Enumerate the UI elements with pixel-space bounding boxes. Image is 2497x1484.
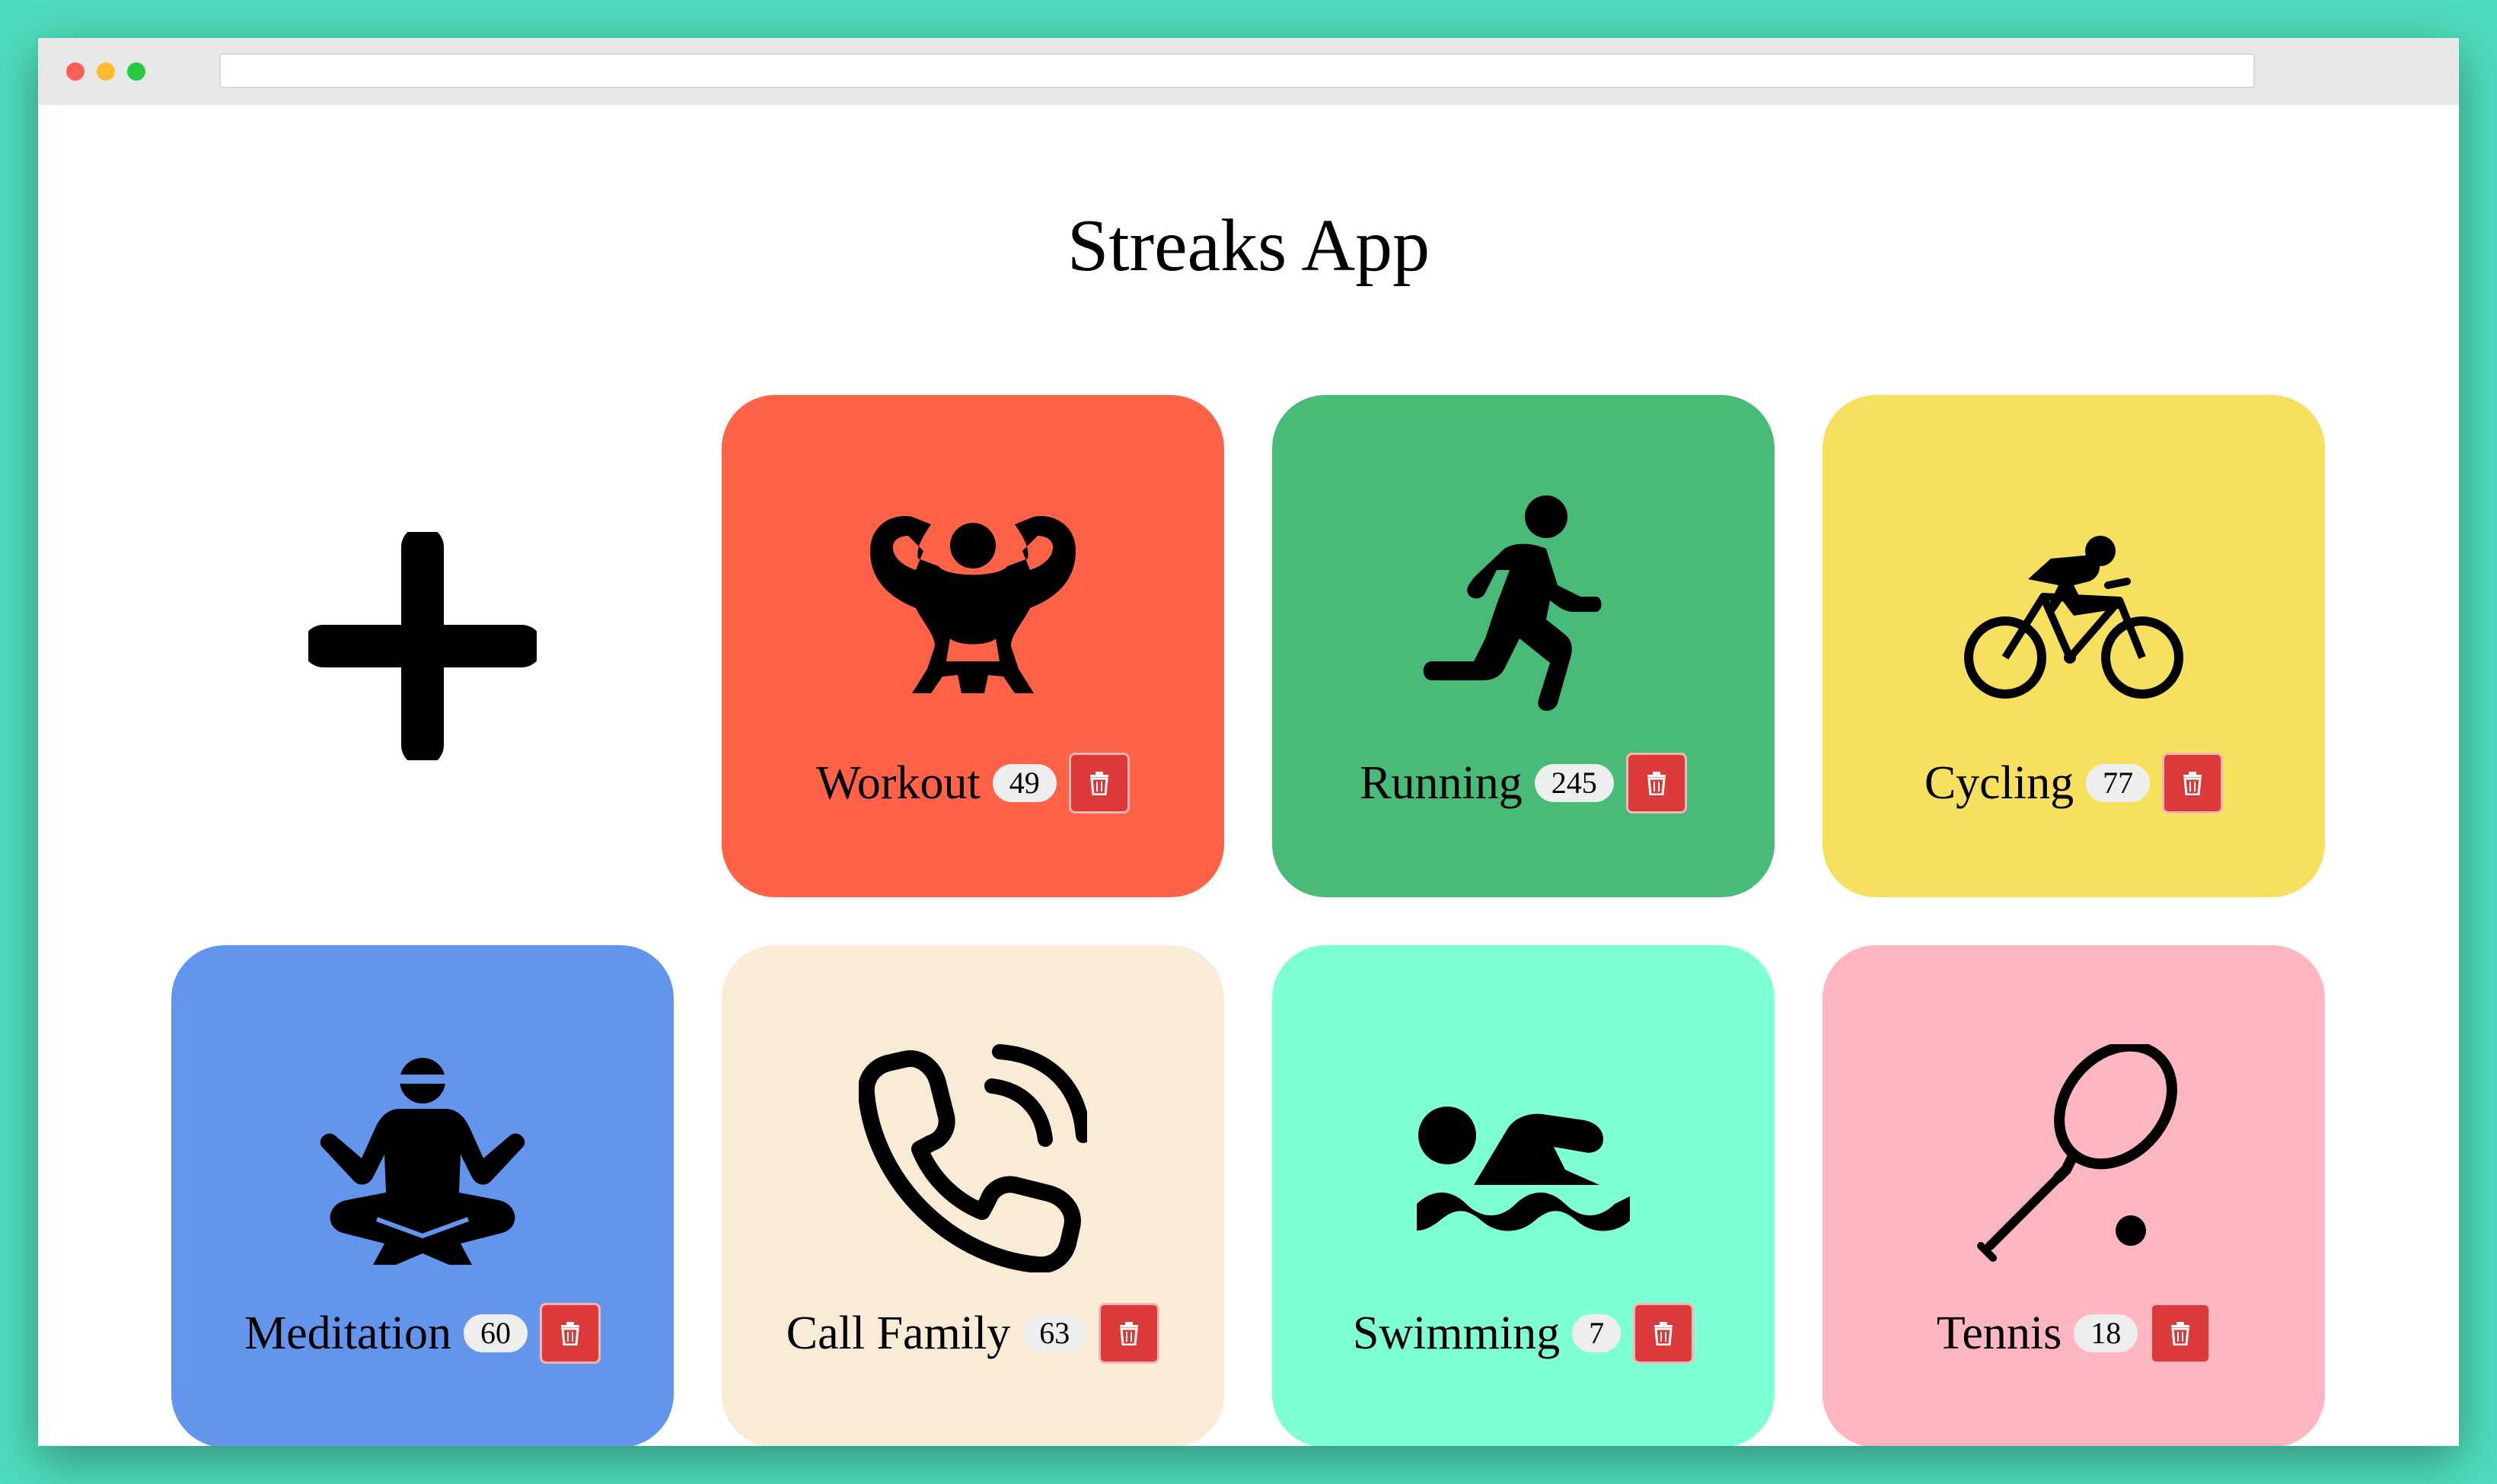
trash-icon	[2183, 772, 2202, 795]
streak-count-badge: 7	[1572, 1314, 1622, 1352]
page-title: Streaks App	[1067, 205, 1430, 287]
trash-icon	[1089, 772, 1108, 795]
delete-button[interactable]	[2162, 753, 2224, 814]
browser-toolbar	[38, 38, 2459, 105]
delete-button[interactable]	[540, 1303, 601, 1364]
minimize-window-button[interactable]	[97, 62, 115, 81]
delete-button[interactable]	[1633, 1303, 1695, 1364]
streak-name: Workout	[816, 757, 981, 809]
browser-window: Streaks App Workout 49 Running 245 Cycli…	[38, 38, 2459, 1446]
streak-count-badge: 18	[2074, 1314, 2138, 1352]
streak-card-swimming[interactable]: Swimming 7	[1272, 945, 1775, 1446]
swimmer-icon	[1417, 1107, 1630, 1231]
trash-icon	[2171, 1322, 2190, 1345]
bodybuilder-icon	[870, 516, 1076, 693]
streak-card-workout[interactable]: Workout 49	[722, 395, 1224, 897]
streak-count-badge: 245	[1534, 764, 1614, 802]
streak-count-badge: 63	[1022, 1314, 1087, 1352]
streak-name: Meditation	[244, 1307, 452, 1359]
add-streak-button[interactable]	[171, 395, 674, 897]
phone-call-icon	[859, 1044, 1087, 1272]
cyclist-icon	[1964, 536, 2183, 699]
page-content: Streaks App Workout 49 Running 245 Cycli…	[38, 105, 2459, 1446]
streak-card-running[interactable]: Running 245	[1272, 395, 1775, 897]
close-window-button[interactable]	[66, 62, 85, 81]
streak-name: Cycling	[1924, 757, 2074, 809]
streak-card-call-family[interactable]: Call Family 63	[722, 945, 1224, 1446]
delete-button[interactable]	[1099, 1303, 1160, 1364]
address-bar[interactable]	[219, 53, 2255, 88]
trash-icon	[1647, 772, 1666, 795]
delete-button[interactable]	[2150, 1303, 2212, 1364]
streak-name: Swimming	[1352, 1307, 1561, 1359]
streak-card-tennis[interactable]: Tennis 18	[1823, 945, 2325, 1446]
trash-icon	[1120, 1322, 1139, 1345]
maximize-window-button[interactable]	[127, 62, 145, 81]
streak-count-badge: 77	[2086, 764, 2151, 802]
running-person-icon	[1423, 495, 1602, 712]
plus-icon	[308, 532, 537, 760]
delete-button[interactable]	[1625, 753, 1687, 814]
meditation-icon	[320, 1058, 525, 1265]
streak-count-badge: 49	[992, 764, 1057, 802]
streak-name: Tennis	[1936, 1307, 2062, 1359]
streak-card-meditation[interactable]: Meditation 60	[171, 945, 674, 1446]
trash-icon	[561, 1322, 580, 1345]
delete-button[interactable]	[1068, 753, 1130, 814]
streak-card-cycling[interactable]: Cycling 77	[1823, 395, 2325, 897]
streak-count-badge: 60	[464, 1314, 528, 1352]
tennis-racket-icon	[1977, 1044, 2177, 1262]
streak-name: Call Family	[786, 1307, 1011, 1359]
streak-name: Running	[1360, 757, 1523, 809]
trash-icon	[1654, 1322, 1673, 1345]
